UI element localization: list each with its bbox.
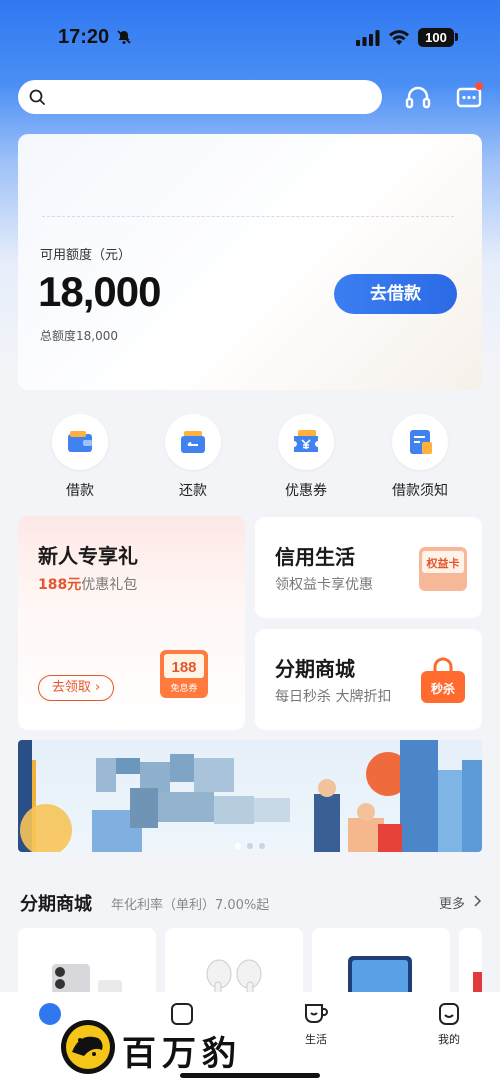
quick-action-notice[interactable]: 借款须知	[378, 414, 462, 504]
quick-action-label: 借款须知	[392, 483, 448, 499]
quick-action-label: 借款	[66, 483, 94, 499]
watermark-text: 百万豹	[122, 1034, 242, 1074]
benefit-card-label: 权益卡	[426, 556, 460, 570]
quick-action-label: 优惠券	[285, 483, 327, 499]
coupon-ticket-icon	[294, 430, 318, 452]
total-limit-text: 总额度18,000	[40, 329, 118, 343]
available-limit-label: 可用额度（元）	[40, 248, 132, 263]
tab-life-label: 生活	[305, 1033, 327, 1046]
coupon-icon: 188 免息券	[160, 650, 208, 698]
claim-button[interactable]: 去领取 ›	[38, 675, 114, 701]
quick-action-label: 还款	[179, 483, 207, 499]
battery-tip	[455, 33, 458, 41]
new-user-gift-card[interactable]: 新人专享礼 188元优惠礼包 去领取 › 188 免息券	[18, 516, 245, 730]
installment-mall-card[interactable]: 分期商城 每日秒杀 大牌折扣 秒杀	[255, 629, 482, 730]
credit-life-title: 信用生活	[275, 545, 355, 569]
installment-mall-title: 分期商城	[275, 657, 355, 681]
bell-mute-icon	[117, 30, 131, 44]
quick-action-icon-bg	[52, 414, 108, 470]
available-limit-amount: 18,000	[38, 268, 161, 315]
smile-face-icon	[439, 1003, 459, 1025]
quick-action-repay[interactable]: 还款	[151, 414, 235, 504]
gift-title: 新人专享礼	[38, 544, 138, 568]
installment-mall-subtitle: 每日秒杀 大牌折扣	[275, 689, 392, 705]
mall-section-subtitle: 年化利率（单利）7.00%起	[111, 898, 270, 913]
gift-subtitle: 188元优惠礼包	[38, 574, 137, 594]
signal-icon	[356, 30, 380, 46]
customer-service-icon[interactable]	[404, 84, 432, 112]
tab-mine[interactable]: 我的	[419, 1000, 479, 1047]
status-bar: 17:20 100	[0, 18, 500, 58]
cup-icon	[305, 1004, 328, 1023]
mall-section-title: 分期商城	[20, 894, 92, 915]
credit-life-subtitle: 领权益卡享优惠	[275, 577, 373, 593]
more-link[interactable]: 更多	[439, 893, 465, 912]
quick-action-icon-bg	[165, 414, 221, 470]
banner-illustration	[18, 740, 482, 852]
tab-life[interactable]: 生活	[286, 1000, 346, 1047]
quick-action-coupons[interactable]: 优惠券	[264, 414, 348, 504]
chevron-right-icon[interactable]	[472, 895, 482, 907]
quick-action-borrow[interactable]: 借款	[38, 414, 122, 504]
flash-sale-label: 秒杀	[431, 681, 455, 696]
document-icon	[410, 430, 432, 454]
promo-banner[interactable]	[18, 740, 482, 852]
wallet-icon	[68, 431, 92, 452]
flash-sale-bag-icon: 秒杀	[421, 657, 465, 703]
benefit-card-icon: 权益卡	[419, 547, 467, 591]
credit-limit-card: 可用额度（元） 18,000 总额度18,000 去借款	[18, 134, 482, 390]
status-time: 17:20	[58, 26, 110, 48]
borrow-button[interactable]: 去借款	[334, 274, 457, 314]
home-indicator	[180, 1073, 320, 1078]
claim-button-label: 去领取	[51, 680, 91, 695]
coupon-amount: 188	[171, 659, 196, 676]
card-divider	[42, 216, 454, 217]
quick-action-icon-bg	[278, 414, 334, 470]
credit-life-card[interactable]: 信用生活 领权益卡享优惠 权益卡	[255, 517, 482, 618]
gift-highlight: 188元	[38, 577, 82, 593]
search-icon	[29, 89, 45, 105]
quick-action-icon-bg	[392, 414, 448, 470]
battery-indicator: 100	[418, 28, 454, 47]
coupon-label: 免息券	[170, 682, 197, 694]
card-icon	[181, 431, 205, 453]
message-unread-dot	[475, 82, 483, 90]
tab-mine-label: 我的	[438, 1033, 460, 1046]
wifi-icon	[389, 30, 409, 45]
gift-subtitle-text: 优惠礼包	[81, 577, 138, 593]
search-bar[interactable]	[18, 80, 382, 114]
